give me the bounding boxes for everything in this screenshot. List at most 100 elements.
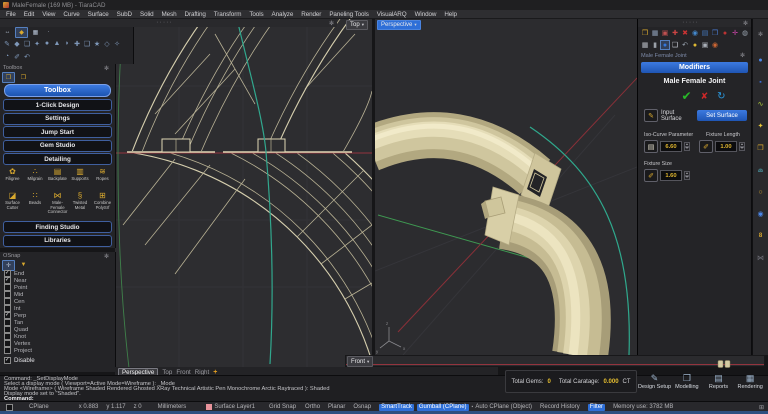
revolve-icon[interactable]: ❑ [82,38,92,49]
osnap-point[interactable]: Point [0,284,115,291]
osnap-mid[interactable]: Mid [0,291,115,298]
blue-sphere-icon[interactable]: ● [660,40,670,50]
finding-studio-button[interactable]: Finding Studio [3,221,112,233]
fixture-size-icon[interactable]: ✐ [644,169,658,182]
menu-analyze[interactable]: Analyze [272,11,294,18]
gear-icon[interactable]: ✻ [104,65,109,72]
perspective-viewport-label[interactable]: Perspective▾ [377,20,421,30]
toolbox-tab-icon[interactable]: ❒ [2,72,15,83]
tool-male-female-connector[interactable]: ⋈Male-Female Connector [47,190,68,218]
fixture-length-spinner[interactable]: ▴▾ [739,142,745,151]
folder-icon[interactable]: ❒ [757,137,763,159]
menu-file[interactable]: File [6,11,16,18]
osnap-knot[interactable]: Knot [0,333,115,340]
menu-help[interactable]: Help [444,11,457,18]
reports-button[interactable]: ▤ Reports [703,368,735,394]
menu-view[interactable]: View [42,11,55,18]
open-folder-icon[interactable]: ❒ [640,28,650,38]
filter-toggle[interactable]: Filter [588,404,605,411]
top-viewport[interactable] [115,19,372,368]
status-checkbox[interactable] [6,404,13,411]
cplane-button[interactable]: CPlane [29,404,49,410]
extrude-icon[interactable]: ◗ [62,38,72,49]
one-click-design-button[interactable]: 1-Click Design [3,99,112,111]
filter-funnel-icon[interactable]: ▼ [18,261,29,270]
gear-icon[interactable]: ✻ [740,52,745,59]
checkbox[interactable] [4,326,11,333]
osnap-int[interactable]: Int [0,305,115,312]
sweep-icon[interactable]: ✦ [32,38,42,49]
gumball-toggle[interactable]: Gumball (CPlane) [417,404,469,411]
tool-backplate[interactable]: ▤Backplate [47,166,68,189]
fixture-size-spinner[interactable]: ▴▾ [684,171,690,180]
checkbox[interactable] [4,312,11,319]
auto-cplane-toggle[interactable]: Auto CPlane (Object) [475,404,532,410]
modifiers-header[interactable]: Modifiers [641,62,748,73]
panel-toggle-icon[interactable]: ⊞ [759,404,764,411]
gem8-icon[interactable]: 8 [759,225,762,247]
drag-grip[interactable]: ····· [0,21,329,25]
fixture-length-value[interactable]: 1.00 [715,141,737,152]
menu-tools[interactable]: Tools [249,11,263,18]
expand-tab-icon[interactable]: ↔ [2,28,13,37]
chevron-down-icon[interactable]: ▾ [362,22,364,28]
loft-icon[interactable]: ● [42,38,52,49]
modelling-button[interactable]: ❒ Modelling [671,368,703,394]
blue-folder-icon[interactable]: ❒ [710,28,720,38]
cancel-icon[interactable]: ✘ [701,91,709,102]
checkbox[interactable] [4,340,11,347]
checkbox[interactable] [4,291,11,298]
red-sphere-icon[interactable]: ● [720,28,730,38]
globe-icon[interactable]: ◉ [690,28,700,38]
fixture-size-value[interactable]: 1.60 [660,170,682,181]
pen-icon[interactable]: ❏ [22,38,32,49]
tool-supports[interactable]: ▥Supports [70,166,91,189]
library-tab-icon[interactable]: ❒ [18,73,29,82]
ring-icon[interactable]: ○ [758,181,762,203]
save-icon[interactable]: ▦ [650,28,660,38]
libraries-button[interactable]: Libraries [3,235,112,247]
layer-color-swatch[interactable] [206,404,212,410]
iso-curve-parameter-value[interactable]: 6.60 [660,141,682,152]
menu-render[interactable]: Render [301,11,321,18]
refresh-icon[interactable]: ↻ [717,91,725,102]
osnap-perp[interactable]: Perp [0,312,115,319]
checkbox[interactable] [4,319,11,326]
design-setup-button[interactable]: ✎ Design Setup [638,368,671,394]
osnap-disable[interactable]: Disable [0,357,115,364]
undo-icon[interactable]: ↶ [680,40,690,50]
color-wheel-icon[interactable]: ◉ [710,40,720,50]
brush-icon[interactable]: ✎ [2,38,12,49]
osnap-toggle[interactable]: Osnap [353,404,371,410]
pipe-icon[interactable]: ✚ [72,38,82,49]
detailing-button[interactable]: Detailing [3,153,112,165]
jump-start-button[interactable]: Jump Start [3,126,112,138]
gear-icon[interactable]: ✻ [758,19,763,49]
blend-icon[interactable]: ★ [92,38,102,49]
menu-surface[interactable]: Surface [88,11,109,18]
record-history-toggle[interactable]: Record History [540,404,580,410]
perspective-viewport[interactable]: zxy [375,19,637,355]
gear-icon[interactable]: ✻ [104,253,109,260]
magenta-plus-icon[interactable]: ✛ [730,28,740,38]
menu-paneling-tools[interactable]: Paneling Tools [329,11,368,18]
rendering-button[interactable]: ▦ Rendering [734,368,766,394]
checkbox[interactable] [4,277,11,284]
ortho-toggle[interactable]: Ortho [305,404,320,410]
osnap-cen[interactable]: Cen [0,298,115,305]
undo-surface-icon[interactable]: ↶ [22,51,32,62]
wire-globe-icon[interactable]: ◍ [740,28,750,38]
plane-icon[interactable]: ✧ [112,38,122,49]
tool-twisted-metal[interactable]: §Twisted Metal [70,190,91,218]
gear-icon[interactable]: ✻ [743,20,748,27]
db-icon[interactable]: db [758,159,763,181]
gem-studio-button[interactable]: Gem Studio [3,140,112,152]
yellow-sphere-icon[interactable]: ● [690,40,700,50]
move-icon[interactable]: ✚ [670,28,680,38]
osnap-project[interactable]: Project [0,347,115,354]
osnap-vertex[interactable]: Vertex [0,340,115,347]
cylinder-icon[interactable]: ▮ [650,40,660,50]
tool-milgrain[interactable]: ∴Milgrain [25,166,46,189]
menu-transform[interactable]: Transform [214,11,242,18]
menu-mesh[interactable]: Mesh [162,11,177,18]
